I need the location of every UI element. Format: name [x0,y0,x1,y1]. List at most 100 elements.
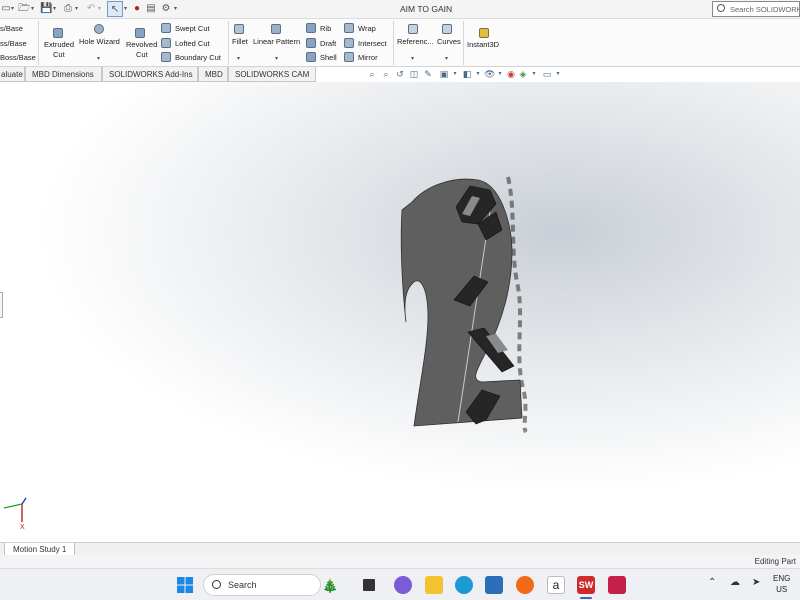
wrap-label[interactable]: Wrap [358,24,376,33]
windows-start-icon[interactable] [176,576,194,594]
hole-wizard-icon[interactable] [94,24,104,34]
undo-dropdown-icon[interactable]: ▾ [98,3,103,15]
zoom-to-area-icon[interactable]: ⌕ [381,69,391,79]
curves-label[interactable]: Curves [437,37,461,46]
display-style-icon[interactable]: ◧ [462,69,472,79]
firefox-icon[interactable] [516,576,534,594]
options-gear-icon[interactable]: ⚙ [160,3,172,15]
curves-icon[interactable] [442,24,452,34]
select-icon[interactable]: ↖ [107,1,123,17]
new-dropdown-icon[interactable]: ▾ [11,3,16,15]
rib-icon[interactable] [306,23,316,33]
curves-dropdown-icon[interactable]: ▾ [445,55,448,62]
lofted-cut-label[interactable]: Lofted Cut [175,39,210,48]
extruded-cut-label-2[interactable]: Cut [53,50,65,59]
reference-geometry-label[interactable]: Referenc... [397,37,434,46]
view-settings-icon[interactable]: ▭ [542,69,552,79]
zoom-to-fit-icon[interactable]: ⌕ [367,69,377,79]
tab-mbd-dimensions[interactable]: MBD Dimensions [25,67,102,82]
file-explorer-icon[interactable] [425,576,443,594]
open-dropdown-icon[interactable]: ▾ [31,3,36,15]
search-solidworks-input[interactable]: Search SOLIDWORKS [712,1,800,17]
hide-show-dropdown-icon[interactable]: ▾ [495,69,505,79]
edit-appearance-icon[interactable]: ◉ [506,69,516,79]
undo-icon[interactable]: ↶ [85,3,97,15]
fillet-dropdown-icon[interactable]: ▾ [237,55,240,62]
select-dropdown-icon[interactable]: ▾ [124,3,129,15]
view-orientation-icon[interactable]: ▣ [439,69,449,79]
microsoft-store-icon[interactable] [485,576,503,594]
teams-chat-icon[interactable] [394,576,412,594]
rebuild-icon[interactable]: ● [131,3,143,15]
view-orientation-dropdown-icon[interactable]: ▾ [450,69,460,79]
previous-view-icon[interactable]: ↺ [395,69,405,79]
graphics-area[interactable]: X [0,82,800,542]
boss-base-item-1[interactable]: s/Base [0,24,23,33]
apply-scene-icon[interactable]: ◈ [518,69,528,79]
tab-evaluate[interactable]: aluate [0,67,25,82]
view-settings-dropdown-icon[interactable]: ▾ [553,69,563,79]
hole-wizard-dropdown-icon[interactable]: ▾ [97,55,100,62]
swept-cut-label[interactable]: Swept Cut [175,24,210,33]
window-title: AIM TO GAIN [400,4,453,14]
fillet-icon[interactable] [234,24,244,34]
hide-show-items-icon[interactable]: 👁 [484,69,495,79]
ribbon-separator [463,21,464,65]
dynamic-annotation-icon[interactable]: ✎ [423,69,433,79]
intersect-icon[interactable] [344,38,354,48]
hole-wizard-label[interactable]: Hole Wizard [79,37,120,46]
print-dropdown-icon[interactable]: ▾ [75,3,80,15]
amazon-icon[interactable]: a [547,576,565,594]
instant3d-label[interactable]: Instant3D [467,40,499,49]
display-style-dropdown-icon[interactable]: ▾ [473,69,483,79]
reference-geometry-icon[interactable] [408,24,418,34]
screen-recorder-icon[interactable] [608,576,626,594]
draft-label[interactable]: Draft [320,39,336,48]
mirror-icon[interactable] [344,52,354,62]
tab-solidworks-addins[interactable]: SOLIDWORKS Add-Ins [102,67,198,82]
save-icon[interactable]: 💾 [40,3,52,15]
taskbar-search-box[interactable]: Search 🎄 [203,574,338,596]
swept-cut-icon[interactable] [161,23,171,33]
revolved-cut-label-1[interactable]: Revolved [126,40,157,49]
rib-label[interactable]: Rib [320,24,331,33]
instant3d-icon[interactable] [479,28,489,38]
tab-solidworks-cam[interactable]: SOLIDWORKS CAM [228,67,316,82]
task-view-icon[interactable] [363,579,375,591]
intersect-label[interactable]: Intersect [358,39,387,48]
open-folder-icon[interactable]: 🗁 [18,3,30,15]
extruded-cut-label-1[interactable]: Extruded [44,40,74,49]
revolved-cut-label-2[interactable]: Cut [136,50,148,59]
lofted-cut-icon[interactable] [161,38,171,48]
boundary-cut-label[interactable]: Boundary Cut [175,53,221,62]
linear-pattern-label[interactable]: Linear Pattern [253,37,300,46]
boundary-cut-icon[interactable] [161,52,171,62]
linear-pattern-icon[interactable] [271,24,281,34]
tab-mbd[interactable]: MBD [198,67,228,82]
show-hidden-icons-chevron-icon[interactable]: ⌃ [708,577,716,588]
edge-browser-icon[interactable] [455,576,473,594]
fillet-label[interactable]: Fillet [232,37,248,46]
solidworks-taskbar-icon[interactable]: SW [577,576,595,594]
boss-base-item-3[interactable]: Boss/Base [0,53,36,62]
input-language-indicator[interactable]: ENG US [773,573,790,595]
location-arrow-icon[interactable]: ➤ [752,577,760,588]
mirror-label[interactable]: Mirror [358,53,378,62]
print-icon[interactable]: ⎙ [62,3,74,15]
section-view-icon[interactable]: ◫ [409,69,419,79]
save-dropdown-icon[interactable]: ▾ [53,3,58,15]
boss-base-item-2[interactable]: ss/Base [0,39,27,48]
onedrive-cloud-icon[interactable]: ☁ [730,577,740,588]
options-dropdown-icon[interactable]: ▾ [174,3,179,15]
draft-icon[interactable] [306,38,316,48]
apply-scene-dropdown-icon[interactable]: ▾ [529,69,539,79]
shell-icon[interactable] [306,52,316,62]
ribbon-separator [38,21,39,65]
wrap-icon[interactable] [344,23,354,33]
revolved-cut-icon[interactable] [135,28,145,38]
file-properties-icon[interactable]: ▤ [145,3,157,15]
shell-label[interactable]: Shell [320,53,337,62]
reference-dropdown-icon[interactable]: ▾ [411,55,414,62]
linear-pattern-dropdown-icon[interactable]: ▾ [275,55,278,62]
extruded-cut-icon[interactable] [53,28,63,38]
